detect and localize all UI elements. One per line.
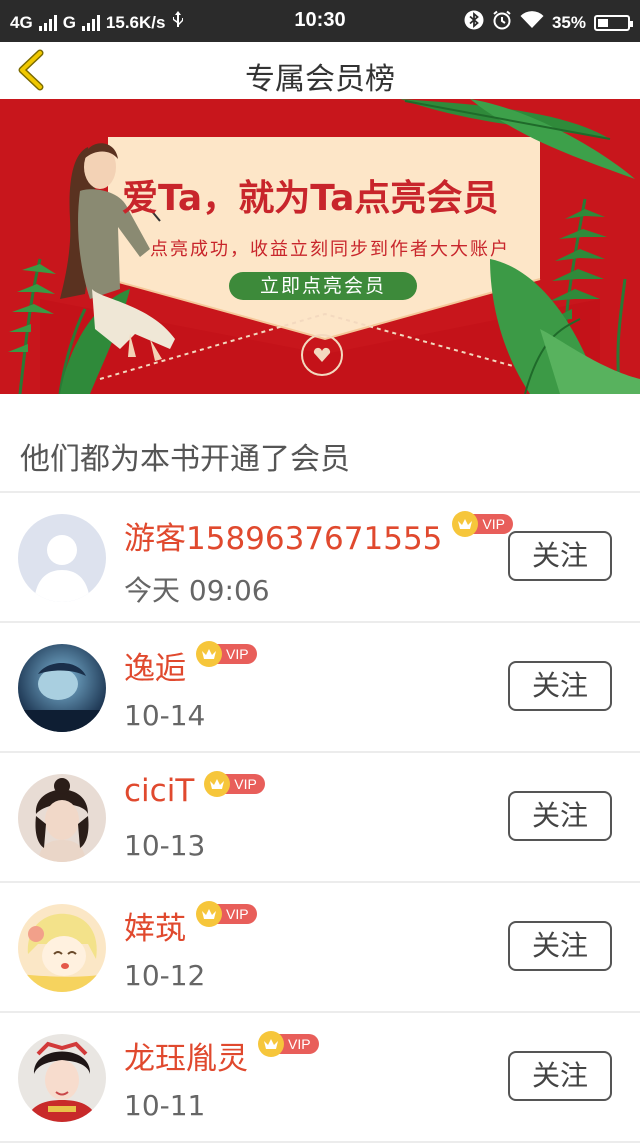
follow-button[interactable]: 关注 bbox=[508, 661, 612, 711]
follow-button[interactable]: 关注 bbox=[508, 791, 612, 841]
avatar[interactable] bbox=[18, 1034, 106, 1122]
follow-button[interactable]: 关注 bbox=[508, 531, 612, 581]
member-name[interactable]: 逸逅 bbox=[124, 643, 186, 688]
list-item[interactable]: 游客1589637671555 VIP 今天 09:06 关注 bbox=[0, 493, 640, 623]
member-name[interactable]: 婞茿 bbox=[124, 903, 186, 948]
member-date: 今天 09:06 bbox=[124, 574, 270, 607]
list-item[interactable]: 龙珏胤灵 VIP 10-11 关注 bbox=[0, 1013, 640, 1143]
vip-badge: VIP bbox=[258, 1031, 319, 1057]
crown-icon bbox=[258, 1031, 284, 1057]
section-title: 他们都为本书开通了会员 bbox=[20, 442, 350, 477]
banner-title: 爱Ta，就为Ta点亮会员 bbox=[122, 178, 499, 219]
avatar[interactable] bbox=[18, 514, 106, 602]
member-name-wrap: 游客1589637671555 VIP bbox=[124, 511, 513, 558]
status-bar: 4G G 15.6K/s 10:30 35% bbox=[0, 0, 640, 42]
list-item[interactable]: 婞茿 VIP 10-12 关注 bbox=[0, 883, 640, 1013]
vip-badge: VIP bbox=[452, 511, 513, 537]
status-right: 35% bbox=[464, 10, 633, 35]
list-item[interactable]: ciciT VIP 10-13 关注 bbox=[0, 753, 640, 883]
follow-button[interactable]: 关注 bbox=[508, 921, 612, 971]
member-date: 10-12 bbox=[124, 959, 206, 992]
member-name[interactable]: 游客1589637671555 bbox=[124, 513, 442, 558]
wifi-icon bbox=[520, 11, 544, 34]
member-list: 游客1589637671555 VIP 今天 09:06 关注 逸逅 VIP 1… bbox=[0, 493, 640, 1143]
avatar[interactable] bbox=[18, 644, 106, 732]
follow-button[interactable]: 关注 bbox=[508, 1051, 612, 1101]
battery-icon bbox=[594, 14, 633, 31]
vip-badge: VIP bbox=[204, 771, 265, 797]
alarm-icon bbox=[492, 10, 512, 35]
header-bar: 专属会员榜 bbox=[0, 42, 640, 99]
list-item[interactable]: 逸逅 VIP 10-14 关注 bbox=[0, 623, 640, 753]
light-up-member-button[interactable]: 立即点亮会员 bbox=[229, 272, 417, 300]
member-name-wrap: 逸逅 VIP bbox=[124, 641, 257, 688]
vip-badge: VIP bbox=[196, 901, 257, 927]
bluetooth-icon bbox=[464, 10, 484, 35]
page-title: 专属会员榜 bbox=[245, 62, 395, 97]
crown-icon bbox=[196, 901, 222, 927]
promo-banner[interactable]: 爱Ta，就为Ta点亮会员 点亮成功，收益立刻同步到作者大大账户 立即点亮会员 bbox=[0, 99, 640, 394]
member-name[interactable]: 龙珏胤灵 bbox=[124, 1033, 248, 1078]
member-date: 10-11 bbox=[124, 1089, 206, 1122]
vip-badge: VIP bbox=[196, 641, 257, 667]
member-name-wrap: 婞茿 VIP bbox=[124, 901, 257, 948]
banner-subtitle: 点亮成功，收益立刻同步到作者大大账户 bbox=[150, 239, 510, 260]
member-name-wrap: ciciT VIP bbox=[124, 771, 265, 809]
member-date: 10-14 bbox=[124, 699, 206, 732]
crown-icon bbox=[196, 641, 222, 667]
member-date: 10-13 bbox=[124, 829, 206, 862]
avatar[interactable] bbox=[18, 774, 106, 862]
member-name-wrap: 龙珏胤灵 VIP bbox=[124, 1031, 319, 1078]
avatar[interactable] bbox=[18, 904, 106, 992]
battery-percent: 35% bbox=[551, 12, 586, 32]
member-name[interactable]: ciciT bbox=[124, 773, 194, 809]
